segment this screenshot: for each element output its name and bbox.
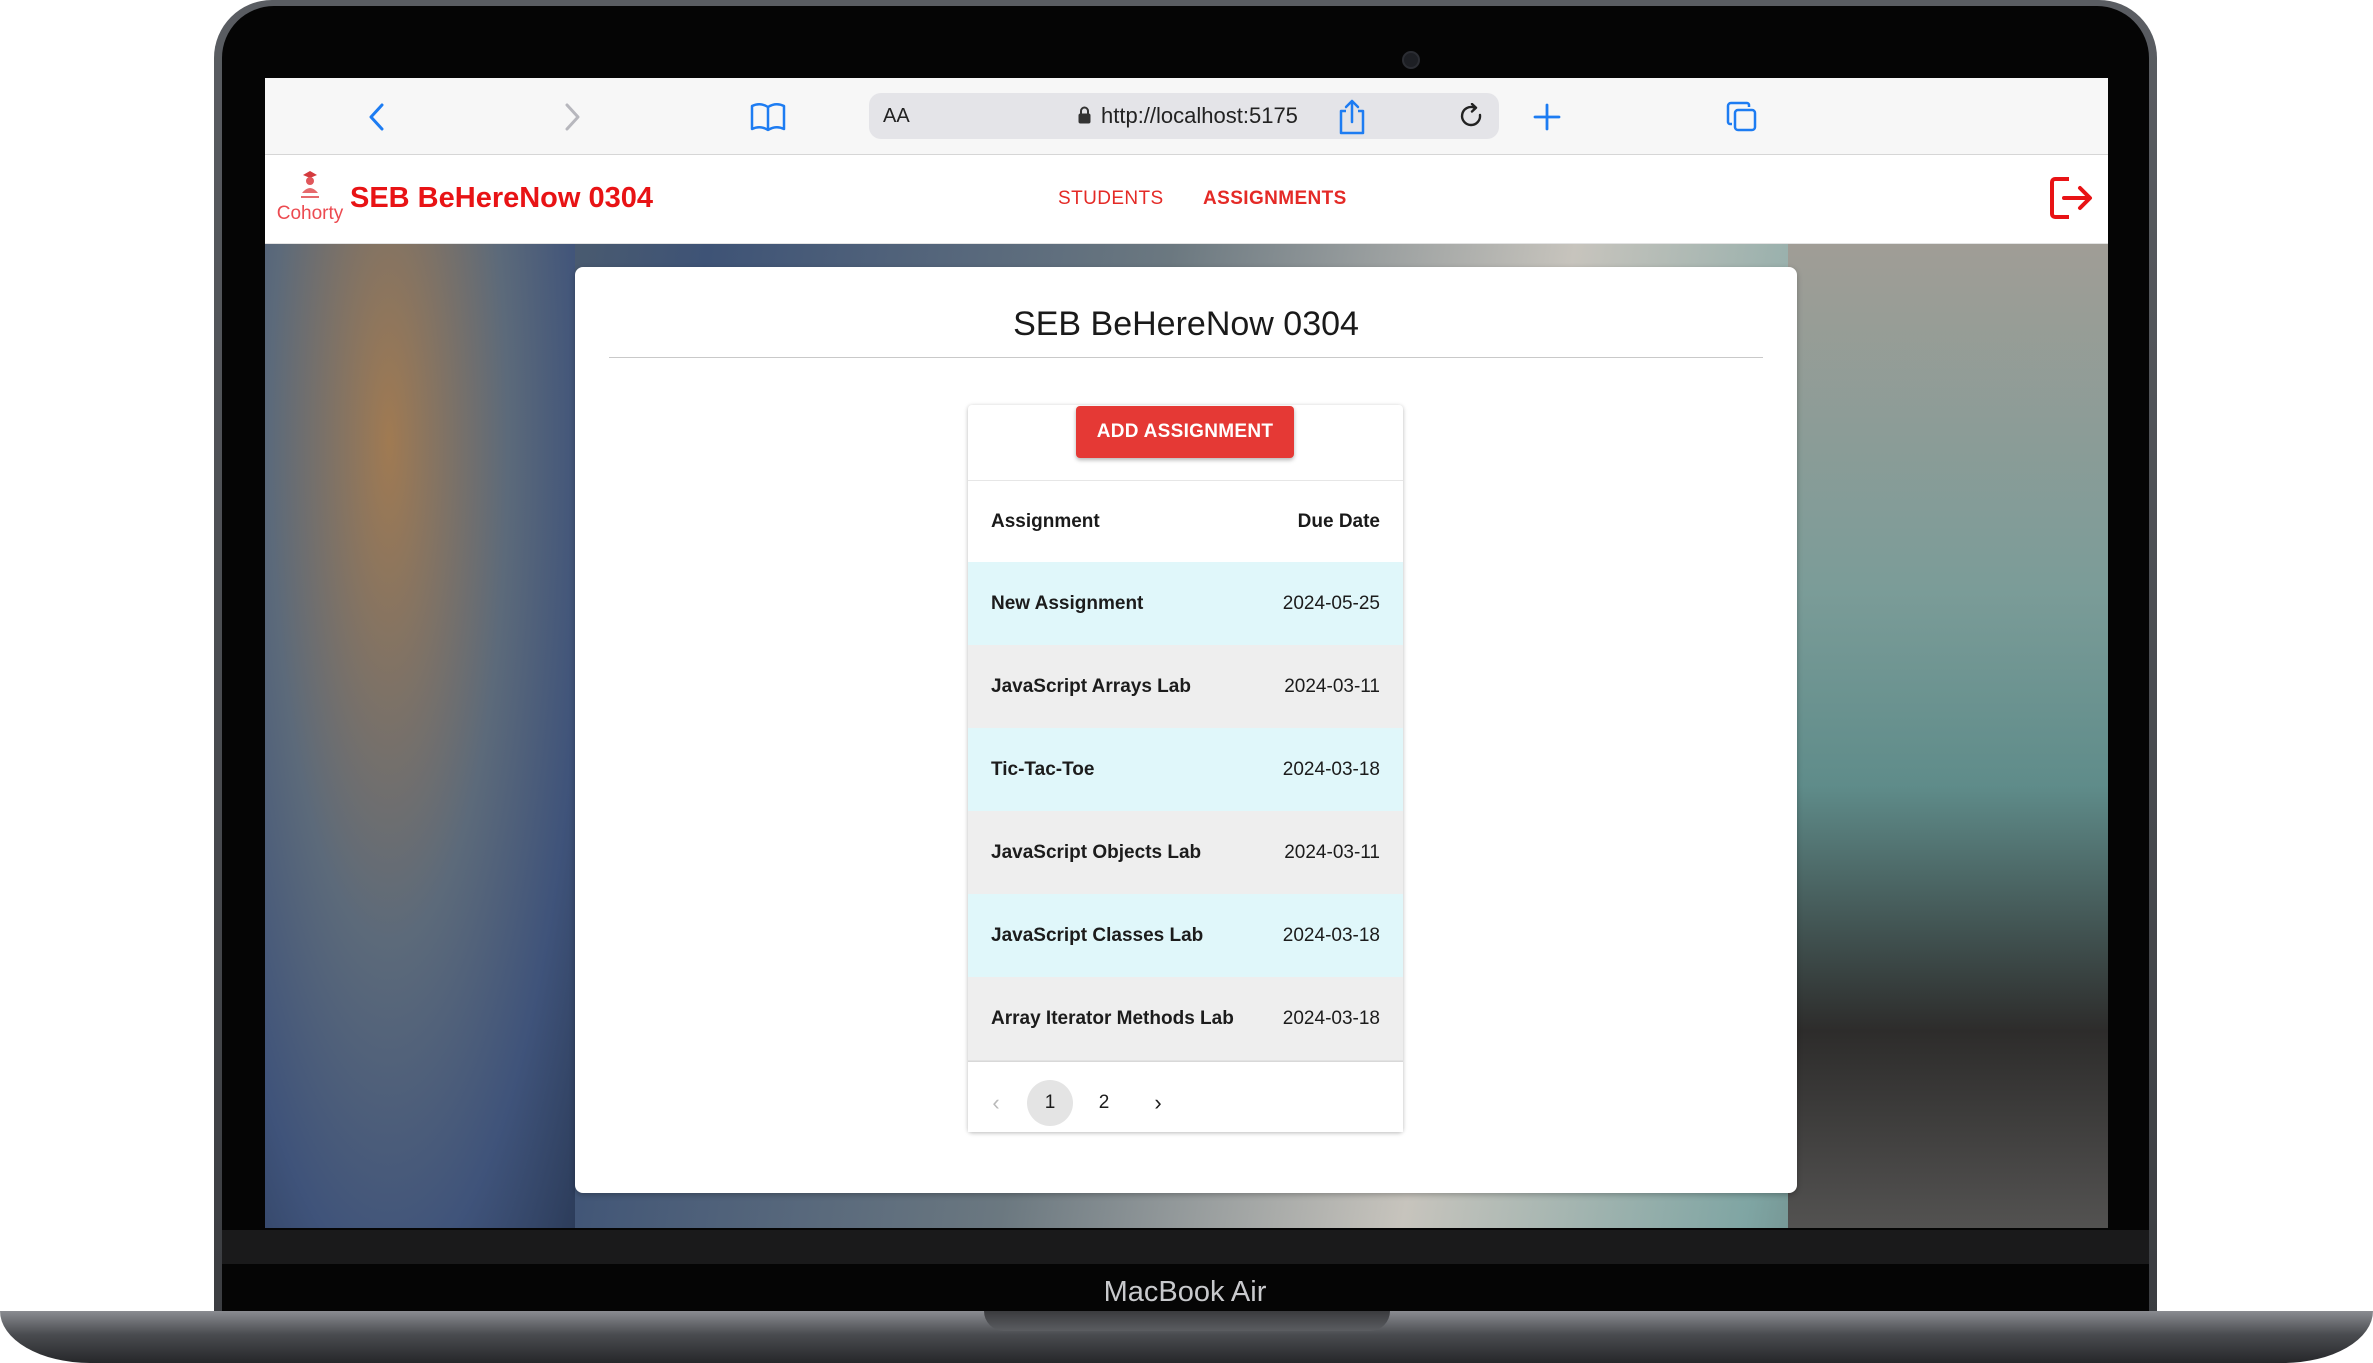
lock-icon xyxy=(1078,106,1091,124)
address-bar[interactable]: AA http://localhost:5175 xyxy=(869,93,1499,139)
logout-icon[interactable] xyxy=(2049,175,2095,221)
share-icon[interactable] xyxy=(1329,94,1375,140)
background-photo-left xyxy=(265,244,575,1228)
due-date: 2024-03-18 xyxy=(1282,1008,1380,1029)
main-card: SEB BeHereNow 0304 ADD ASSIGNMENT Assign… xyxy=(575,267,1797,1193)
nav-assignments[interactable]: ASSIGNMENTS xyxy=(1203,187,1347,211)
page-button-1[interactable]: 1 xyxy=(1027,1080,1073,1126)
due-date: 2024-05-25 xyxy=(1282,593,1380,614)
app-title: SEB BeHereNow 0304 xyxy=(350,182,654,214)
assignment-name: JavaScript Objects Lab xyxy=(991,842,1202,863)
next-page-icon[interactable]: › xyxy=(1135,1080,1181,1126)
cohorty-logo-icon xyxy=(301,171,319,198)
background-photo-right xyxy=(1788,244,2108,1228)
nav-students[interactable]: STUDENTS xyxy=(1058,187,1164,211)
device-brand-label: MacBook Air xyxy=(1103,1276,1267,1308)
app-header: Cohorty SEB BeHereNow 0304 STUDENTS ASSI… xyxy=(265,155,2108,244)
column-header-due-date[interactable]: Due Date xyxy=(1298,481,1380,562)
assignment-name: Array Iterator Methods Lab xyxy=(991,1008,1234,1029)
new-tab-icon[interactable] xyxy=(1524,94,1570,140)
pagination: ‹ 1 2 › xyxy=(968,1061,1403,1132)
card-title: SEB BeHereNow 0304 xyxy=(1013,305,1359,343)
due-date: 2024-03-11 xyxy=(1284,842,1380,863)
column-header-assignment[interactable]: Assignment xyxy=(991,481,1100,562)
table-header: Assignment Due Date xyxy=(968,480,1403,563)
table-row[interactable]: Array Iterator Methods Lab 2024-03-18 xyxy=(968,977,1403,1061)
back-icon[interactable] xyxy=(354,94,400,140)
assignment-name: New Assignment xyxy=(991,593,1144,614)
url-text[interactable]: http://localhost:5175 xyxy=(1101,93,1298,139)
reload-icon[interactable] xyxy=(1459,103,1485,129)
bezel-bottom xyxy=(222,1230,2149,1264)
page-button-2[interactable]: 2 xyxy=(1081,1080,1127,1126)
due-date: 2024-03-18 xyxy=(1282,759,1380,780)
due-date: 2024-03-11 xyxy=(1284,676,1380,697)
table-row[interactable]: JavaScript Classes Lab 2024-03-18 xyxy=(968,894,1403,978)
due-date: 2024-03-18 xyxy=(1282,925,1380,946)
assignment-name: Tic-Tac-Toe xyxy=(991,759,1095,780)
table-row[interactable]: New Assignment 2024-05-25 xyxy=(968,562,1403,646)
assignments-table-panel: ADD ASSIGNMENT Assignment Due Date New A… xyxy=(968,405,1403,1132)
laptop-base-notch xyxy=(984,1311,1390,1331)
table-row[interactable]: Tic-Tac-Toe 2024-03-18 xyxy=(968,728,1403,812)
screen: AA http://localhost:5175 Cohorty SEB BeH… xyxy=(265,78,2108,1228)
camera-icon xyxy=(1402,51,1420,69)
bookmarks-icon[interactable] xyxy=(745,94,791,140)
logo-text: Cohorty xyxy=(276,203,344,224)
tabs-icon[interactable] xyxy=(1719,94,1765,140)
assignment-name: JavaScript Arrays Lab xyxy=(991,676,1191,697)
previous-page-icon[interactable]: ‹ xyxy=(973,1080,1019,1126)
table-row[interactable]: JavaScript Arrays Lab 2024-03-11 xyxy=(968,645,1403,729)
add-assignment-button[interactable]: ADD ASSIGNMENT xyxy=(1076,406,1294,458)
forward-icon[interactable] xyxy=(549,94,595,140)
assignment-name: JavaScript Classes Lab xyxy=(991,925,1204,946)
text-size-button[interactable]: AA xyxy=(883,93,910,139)
logo[interactable]: Cohorty xyxy=(275,169,345,229)
browser-toolbar: AA http://localhost:5175 xyxy=(265,78,2108,155)
card-divider xyxy=(609,357,1763,358)
table-row[interactable]: JavaScript Objects Lab 2024-03-11 xyxy=(968,811,1403,895)
